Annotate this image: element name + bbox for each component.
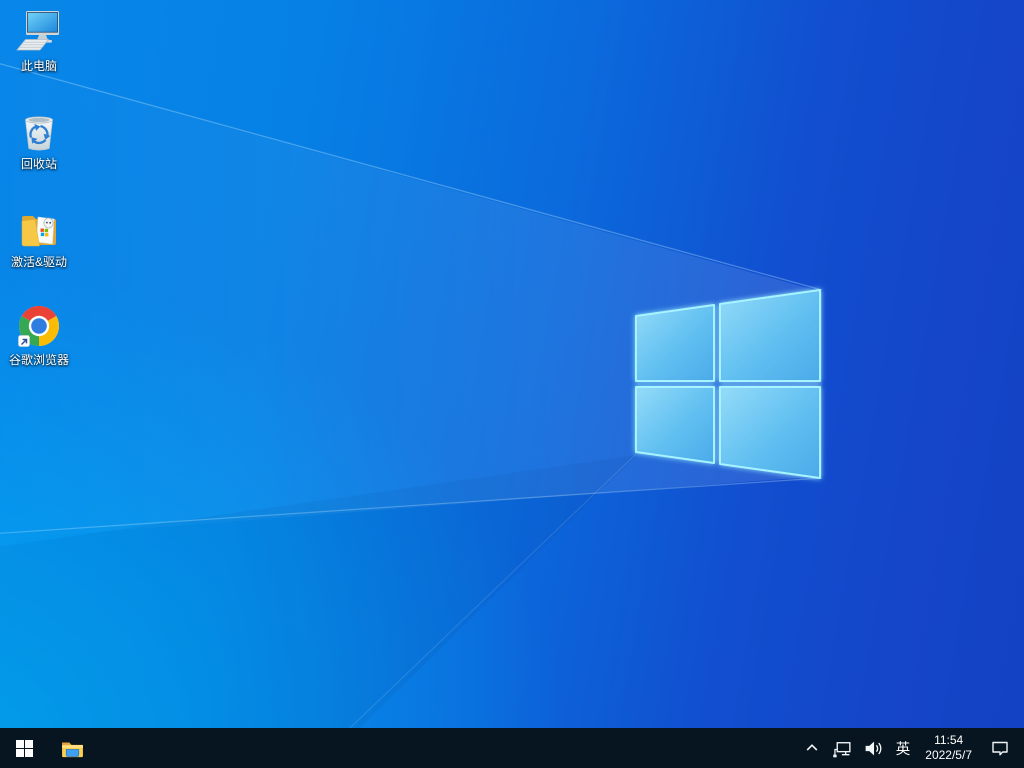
desktop-icon-label: 回收站 [20,157,57,171]
volume-tray-button[interactable] [858,728,889,768]
clock-date: 2022/5/7 [925,748,972,762]
desktop-icon-activation-drivers[interactable]: 激活&驱动 [1,204,77,269]
recycle-bin-icon [24,116,54,151]
desktop-screen: 此电脑 回收站 激活&驱动 谷歌浏览器 英 11:54 2022/5/7 [0,0,1024,768]
desktop-icon-label: 此电脑 [20,59,57,73]
wallpaper[interactable] [0,0,1024,728]
speaker-volume-icon [865,741,882,755]
taskbar-empty-area[interactable] [96,728,797,768]
desktop-icon-this-pc[interactable]: 此电脑 [1,8,77,73]
google-chrome-icon [18,306,59,347]
desktop-icon-google-chrome[interactable]: 谷歌浏览器 [1,302,77,367]
file-explorer-button[interactable] [48,728,96,768]
ethernet-network-icon [833,741,851,757]
activation-drivers-folder-icon [21,216,56,247]
windows-logo-artwork [0,63,823,728]
file-explorer-icon [61,741,83,757]
hidden-icons-button[interactable] [797,728,827,768]
clock-time: 11:54 [934,733,964,747]
desktop-icon-recycle-bin[interactable]: 回收站 [1,106,77,171]
desktop-icon-label: 谷歌浏览器 [8,353,69,367]
taskbar: 英 11:54 2022/5/7 [0,728,1024,768]
action-center-button[interactable] [980,728,1020,768]
language-indicator[interactable]: 英 [889,728,918,768]
windows-start-icon [15,739,33,757]
notification-bubble-icon [992,741,1008,756]
desktop-icon-label: 激活&驱动 [10,255,67,269]
chevron-up-icon [806,744,818,751]
this-pc-icon [16,11,59,51]
network-tray-button[interactable] [827,728,858,768]
system-tray: 英 11:54 2022/5/7 [797,728,1024,768]
clock[interactable]: 11:54 2022/5/7 [917,728,980,768]
language-indicator-label: 英 [895,741,911,758]
start-button[interactable] [0,728,48,768]
